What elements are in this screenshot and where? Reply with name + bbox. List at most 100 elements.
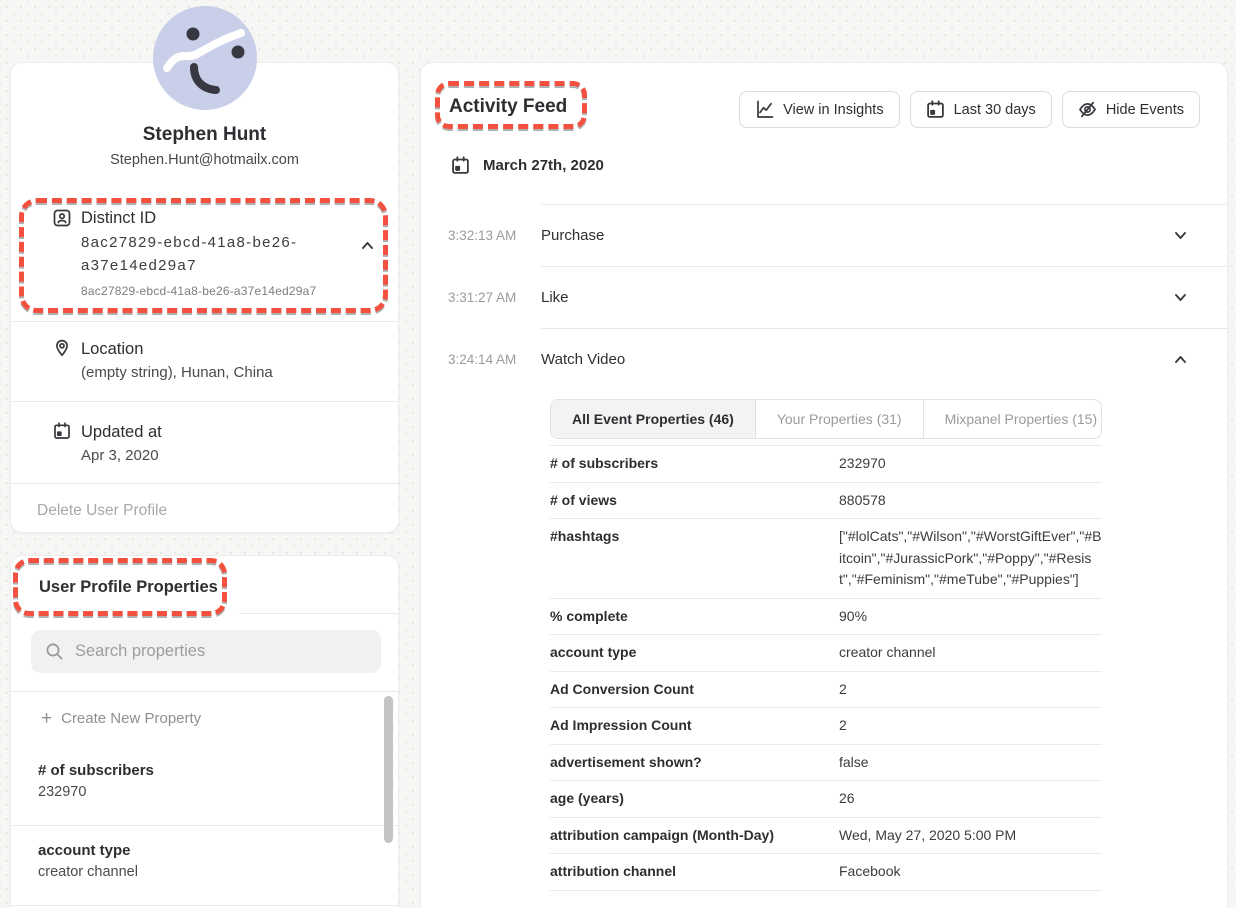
event-row-toggle[interactable]: Watch Video bbox=[541, 328, 1227, 390]
event-property-value: ["#lolCats","#Wilson","#WorstGiftEver","… bbox=[839, 526, 1102, 591]
event-property-name: #hashtags bbox=[550, 526, 839, 591]
properties-panel-title: User Profile Properties bbox=[39, 578, 218, 597]
activity-feed-title: Activity Feed bbox=[449, 96, 567, 118]
button-label: Last 30 days bbox=[954, 102, 1036, 118]
plus-icon: + bbox=[41, 708, 52, 729]
divider bbox=[11, 401, 398, 402]
create-new-property-label: Create New Property bbox=[61, 710, 201, 727]
divider bbox=[11, 691, 398, 692]
search-properties-input[interactable] bbox=[31, 630, 381, 673]
event-property-name: Ad Conversion Count bbox=[550, 679, 839, 701]
table-row: attribution channel Facebook bbox=[550, 854, 1102, 891]
profile-email: Stephen.Hunt@hotmailx.com bbox=[11, 152, 398, 168]
event-property-value: 90% bbox=[839, 606, 1102, 628]
event-property-name: advertisement shown? bbox=[550, 752, 839, 774]
user-profile-properties-card: User Profile Properties + Create New Prop… bbox=[10, 555, 399, 908]
scrollbar-thumb[interactable] bbox=[384, 696, 393, 843]
updated-at-label: Updated at bbox=[81, 423, 162, 442]
event-time: 3:31:27 AM bbox=[448, 266, 516, 328]
button-label: Hide Events bbox=[1106, 102, 1184, 118]
view-in-insights-button[interactable]: View in Insights bbox=[739, 91, 899, 128]
event-property-value: Facebook bbox=[839, 861, 1102, 883]
event-property-name: # of views bbox=[550, 490, 839, 512]
event-property-name: attribution channel bbox=[550, 861, 839, 883]
table-row: Ad Conversion Count 2 bbox=[550, 672, 1102, 709]
event-property-value: 232970 bbox=[839, 453, 1102, 475]
event-property-value: 2 bbox=[839, 715, 1102, 737]
table-row: attribution campaign (Month-Day) Wed, Ma… bbox=[550, 818, 1102, 855]
table-row: % complete 90% bbox=[550, 599, 1102, 636]
event-property-name: Ad Impression Count bbox=[550, 715, 839, 737]
property-value: 232970 bbox=[38, 784, 371, 800]
divider bbox=[11, 483, 398, 484]
table-row: # of subscribers 232970 bbox=[550, 446, 1102, 483]
property-name: # of subscribers bbox=[38, 762, 371, 779]
chevron-down-icon[interactable] bbox=[1174, 293, 1187, 302]
hide-events-button[interactable]: Hide Events bbox=[1062, 91, 1200, 128]
distinct-id-subvalue: 8ac27829-ebcd-41a8-be26-a37e14ed29a7 bbox=[81, 284, 316, 298]
date-group-header: March 27th, 2020 bbox=[451, 156, 604, 175]
event-row: 3:31:27 AM Like bbox=[421, 266, 1227, 328]
event-property-name: attribution campaign (Month-Day) bbox=[550, 825, 839, 847]
table-row: #hashtags ["#lolCats","#Wilson","#WorstG… bbox=[550, 519, 1102, 599]
distinct-id-value: 8ac27829-ebcd-41a8-be26-a37e14ed29a7 bbox=[81, 231, 333, 277]
profile-name: Stephen Hunt bbox=[11, 124, 398, 146]
activity-feed-card: Activity Feed View in Insights Last 30 d… bbox=[420, 62, 1228, 908]
table-row: advertisement shown? false bbox=[550, 745, 1102, 782]
eye-off-icon bbox=[1078, 100, 1097, 119]
delete-user-profile-button[interactable]: Delete User Profile bbox=[37, 502, 167, 520]
table-row: account type creator channel bbox=[550, 635, 1102, 672]
event-property-name: % complete bbox=[550, 606, 839, 628]
create-new-property-button[interactable]: + Create New Property bbox=[41, 708, 201, 730]
event-properties-tabbar: All Event Properties (46) Your Propertie… bbox=[550, 399, 1102, 439]
location-pin-icon bbox=[53, 339, 71, 357]
date-range-button[interactable]: Last 30 days bbox=[910, 91, 1052, 128]
line-chart-icon bbox=[755, 100, 774, 119]
event-property-value: 880578 bbox=[839, 490, 1102, 512]
event-details-panel: All Event Properties (46) Your Propertie… bbox=[550, 399, 1102, 891]
event-property-value: Wed, May 27, 2020 5:00 PM bbox=[839, 825, 1102, 847]
property-list-item[interactable]: account type creator channel bbox=[11, 826, 398, 906]
table-row: age (years) 26 bbox=[550, 781, 1102, 818]
property-list: # of subscribers 232970 account type cre… bbox=[11, 746, 398, 906]
divider bbox=[239, 613, 398, 614]
date-group-label: March 27th, 2020 bbox=[483, 157, 604, 174]
chevron-down-icon[interactable] bbox=[1174, 355, 1187, 364]
event-properties-tab[interactable]: Your Properties (31) bbox=[755, 400, 923, 438]
calendar-icon bbox=[926, 100, 945, 119]
event-row: 3:24:14 AM Watch Video bbox=[421, 328, 1227, 390]
button-label: View in Insights bbox=[783, 102, 883, 118]
event-property-value: 26 bbox=[839, 788, 1102, 810]
event-name: Watch Video bbox=[541, 351, 1174, 368]
event-properties-tab[interactable]: All Event Properties (46) bbox=[551, 400, 755, 438]
event-time: 3:32:13 AM bbox=[448, 204, 516, 266]
location-label: Location bbox=[81, 340, 143, 359]
distinct-id-label: Distinct ID bbox=[81, 209, 156, 228]
event-property-value: false bbox=[839, 752, 1102, 774]
contact-card-icon bbox=[53, 209, 71, 227]
event-name: Like bbox=[541, 289, 1174, 306]
event-list: 3:32:13 AM Purchase 3:31:27 AM Like bbox=[421, 204, 1227, 891]
event-property-name: account type bbox=[550, 642, 839, 664]
event-property-name: # of subscribers bbox=[550, 453, 839, 475]
calendar-icon bbox=[451, 156, 470, 175]
event-property-name: age (years) bbox=[550, 788, 839, 810]
divider bbox=[11, 321, 398, 322]
property-list-item[interactable]: # of subscribers 232970 bbox=[11, 746, 398, 826]
event-property-value: creator channel bbox=[839, 642, 1102, 664]
chevron-down-icon[interactable] bbox=[1174, 231, 1187, 240]
event-properties-tab[interactable]: Mixpanel Properties (15) bbox=[923, 400, 1102, 438]
event-property-value: 2 bbox=[839, 679, 1102, 701]
event-time: 3:24:14 AM bbox=[448, 328, 516, 390]
event-properties-table: # of subscribers 232970 # of views 88057… bbox=[550, 445, 1102, 891]
property-value: creator channel bbox=[38, 864, 371, 880]
event-row: 3:32:13 AM Purchase bbox=[421, 204, 1227, 266]
event-row-toggle[interactable]: Purchase bbox=[541, 204, 1227, 266]
updated-at-value: Apr 3, 2020 bbox=[81, 447, 159, 464]
chevron-up-icon[interactable] bbox=[361, 241, 377, 253]
table-row: # of views 880578 bbox=[550, 483, 1102, 520]
property-name: account type bbox=[38, 842, 371, 859]
table-row: Ad Impression Count 2 bbox=[550, 708, 1102, 745]
event-row-toggle[interactable]: Like bbox=[541, 266, 1227, 328]
location-value: (empty string), Hunan, China bbox=[81, 364, 273, 381]
